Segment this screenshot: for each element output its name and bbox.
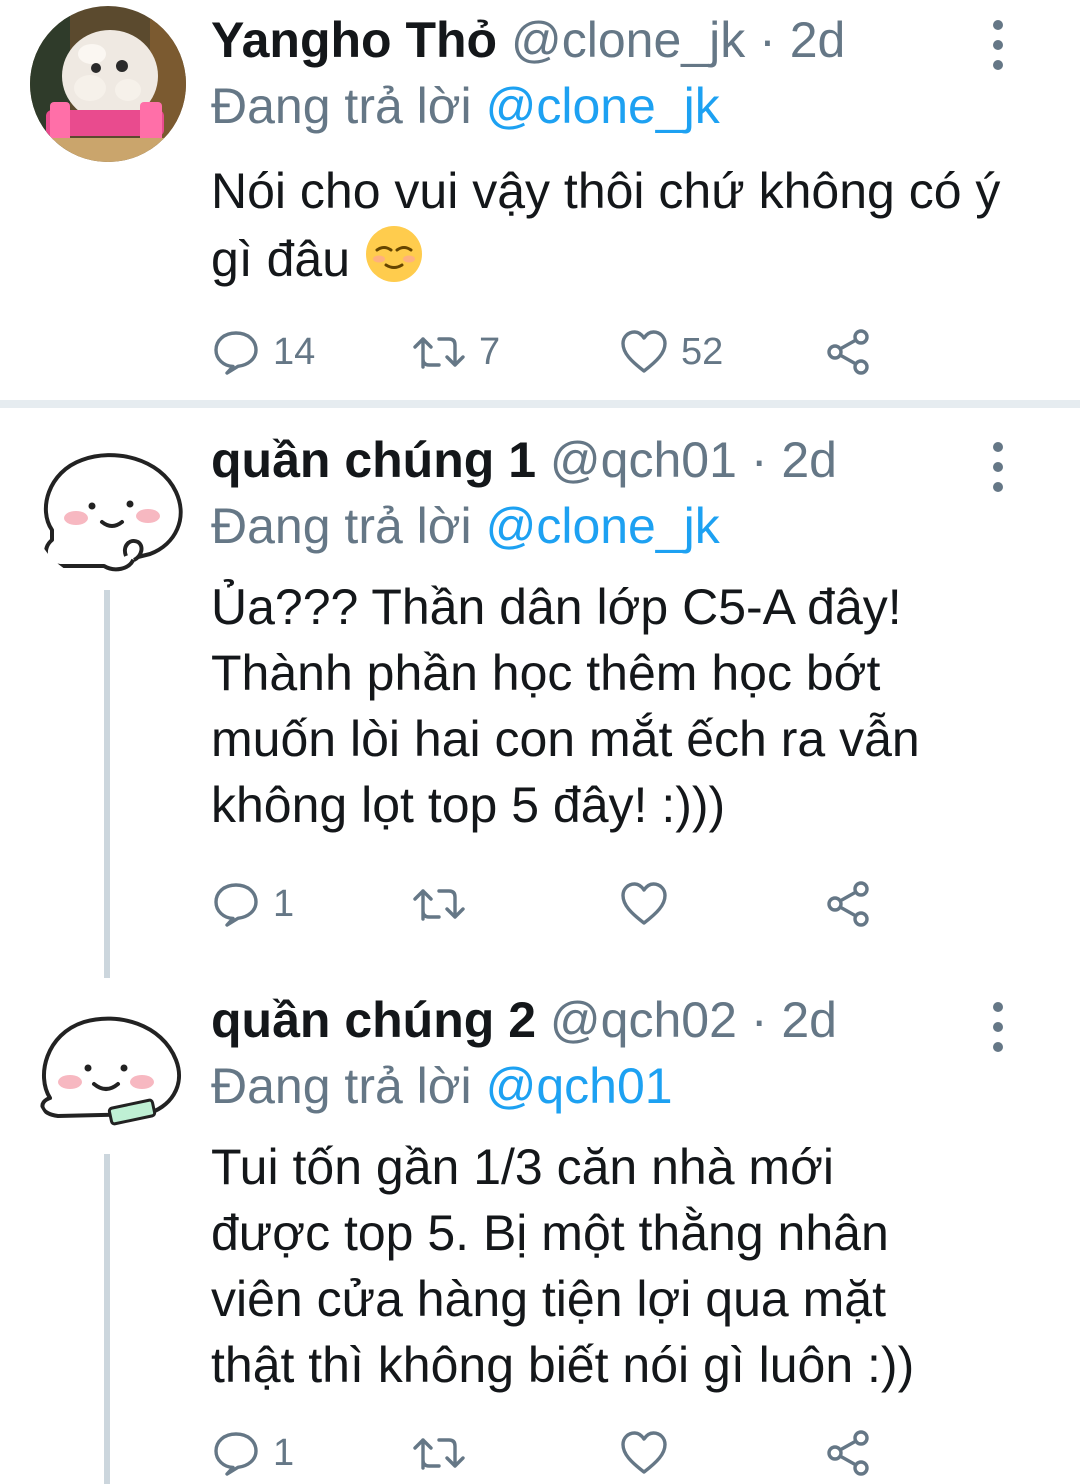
user-handle[interactable]: @qch02 (550, 992, 737, 1048)
reply-count: 14 (273, 330, 316, 373)
replying-to-label: Đang trả lời (211, 1058, 472, 1114)
like-button[interactable] (619, 874, 681, 934)
user-handle[interactable]: @clone_jk (511, 12, 745, 68)
retweet-button[interactable] (411, 874, 479, 934)
reply-count: 1 (273, 882, 295, 925)
display-name[interactable]: Yangho Thỏ (211, 12, 497, 68)
tweet-header: quần chúng 2 @qch02 · 2d (211, 988, 837, 1052)
like-count: 52 (681, 330, 724, 373)
timestamp[interactable]: 2d (790, 12, 846, 68)
tweet[interactable]: quần chúng 1 @qch01 · 2d Đang trả lời @c… (0, 408, 1080, 978)
tweet-text-line: Ủa??? Thần dân lớp C5-A đây! (211, 579, 902, 635)
speech-bubble-icon (214, 331, 258, 375)
tweet-text-line: không lọt top 5 đây! :))) (211, 777, 726, 833)
display-name[interactable]: quần chúng 2 (211, 992, 536, 1048)
display-name[interactable]: quần chúng 1 (211, 432, 536, 488)
tweet[interactable]: Yangho Thỏ @clone_jk · 2d Đang trả lời @… (0, 0, 1080, 400)
replying-to-mention[interactable]: @clone_jk (486, 78, 720, 134)
like-button[interactable] (619, 1423, 681, 1483)
separator-dot: · (750, 432, 768, 488)
tweet-header: Yangho Thỏ @clone_jk · 2d (211, 8, 845, 72)
retweet-icon (413, 337, 465, 369)
share-icon (827, 1430, 869, 1476)
more-options-icon[interactable] (988, 1000, 1008, 1054)
tweet-text-line: viên cửa hàng tiện lợi qua mặt (211, 1271, 886, 1327)
tweet-text: Ủa??? Thần dân lớp C5-A đây! Thành phần … (211, 574, 1031, 838)
replying-to-mention[interactable]: @qch01 (486, 1058, 673, 1114)
share-button[interactable] (823, 1423, 873, 1483)
replying-to: Đang trả lời @clone_jk (211, 494, 720, 558)
user-handle[interactable]: @qch01 (550, 432, 737, 488)
separator-dot: · (750, 992, 768, 1048)
tweet-divider (0, 400, 1080, 408)
tweet-actions: 1 (211, 874, 911, 934)
retweet-icon (413, 889, 465, 921)
thread-line (104, 1154, 110, 1484)
reply-count: 1 (273, 1431, 295, 1474)
timestamp[interactable]: 2d (781, 992, 837, 1048)
share-button[interactable] (823, 322, 873, 382)
replying-to-label: Đang trả lời (211, 78, 472, 134)
tweet-text: Nói cho vui vậy thôi chứ không có ý gì đ… (211, 158, 1031, 292)
tweet-actions: 1 (211, 1423, 911, 1483)
tweet-text-line: muốn lòi hai con mắt ếch ra vẫn (211, 711, 920, 767)
tweet-text-line: được top 5. Bị một thằng nhân (211, 1205, 889, 1261)
tweet[interactable]: quần chúng 2 @qch02 · 2d Đang trả lời @q… (0, 968, 1080, 1484)
speech-bubble-icon (214, 1432, 258, 1476)
tweet-text-line: Thành phần học thêm học bớt (211, 645, 881, 701)
avatar[interactable] (30, 990, 186, 1146)
replying-to: Đang trả lời @clone_jk (211, 74, 720, 138)
more-options-icon[interactable] (988, 440, 1008, 494)
tweet-text-line: thật thì không biết nói gì luôn :)) (211, 1337, 915, 1393)
more-options-icon[interactable] (988, 18, 1008, 72)
tweet-text-content: Nói cho vui vậy thôi chứ không có ý gì đ… (211, 163, 1001, 287)
speech-bubble-icon (214, 883, 258, 927)
retweet-button[interactable]: 7 (411, 322, 500, 382)
tweet-header: quần chúng 1 @qch01 · 2d (211, 428, 837, 492)
heart-icon (621, 330, 667, 373)
replying-to-label: Đang trả lời (211, 498, 472, 554)
share-button[interactable] (823, 874, 873, 934)
share-icon (827, 329, 869, 375)
timestamp[interactable]: 2d (781, 432, 837, 488)
heart-icon (621, 1431, 667, 1474)
avatar[interactable] (30, 6, 186, 162)
tweet-text: Tui tốn gần 1/3 căn nhà mới được top 5. … (211, 1134, 1031, 1398)
relieved-face-emoji-icon (364, 224, 424, 284)
tweet-actions: 14 7 52 (211, 322, 911, 382)
reply-button[interactable]: 1 (211, 874, 294, 934)
tweet-text-line: Tui tốn gần 1/3 căn nhà mới (211, 1139, 834, 1195)
separator-dot: · (759, 12, 776, 68)
replying-to: Đang trả lời @qch01 (211, 1054, 673, 1118)
retweet-count: 7 (479, 330, 501, 373)
avatar[interactable] (30, 426, 186, 582)
thread-line (104, 590, 110, 978)
heart-icon (621, 882, 667, 925)
share-icon (827, 881, 869, 927)
reply-button[interactable]: 1 (211, 1423, 294, 1483)
retweet-button[interactable] (411, 1423, 479, 1483)
retweet-icon (413, 1438, 465, 1470)
replying-to-mention[interactable]: @clone_jk (486, 498, 720, 554)
like-button[interactable]: 52 (619, 322, 723, 382)
reply-button[interactable]: 14 (211, 322, 315, 382)
